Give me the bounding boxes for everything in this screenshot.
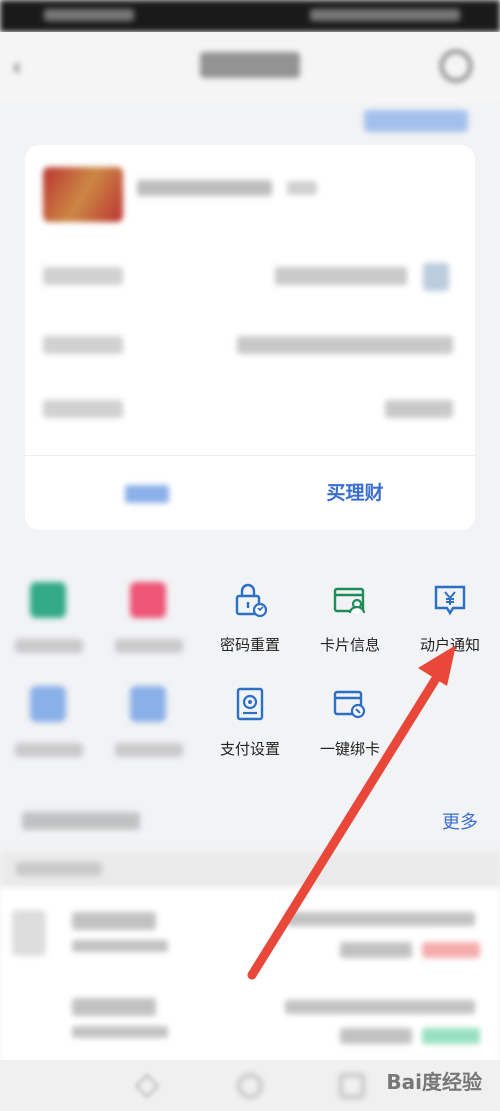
annotation-arrow-icon [247, 645, 456, 980]
